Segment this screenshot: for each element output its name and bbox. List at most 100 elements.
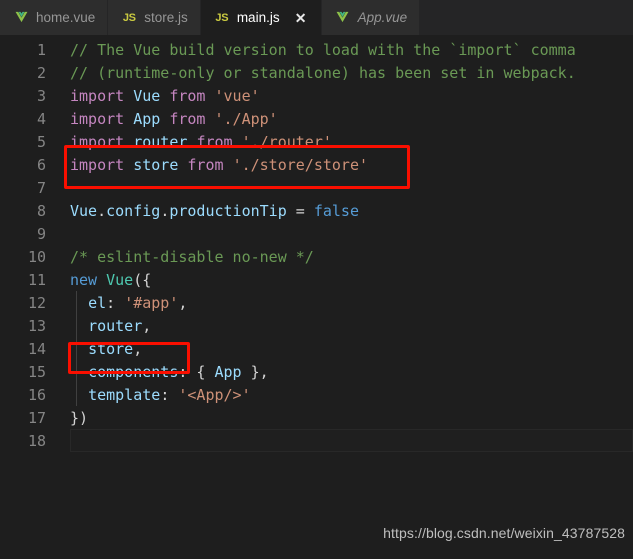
editor-tab-bar: home.vue JS store.js JSmain.js✕ App.vue bbox=[0, 0, 633, 35]
code-line-content[interactable]: // (runtime-only or standalone) has been… bbox=[52, 64, 633, 82]
code-token: Vue bbox=[106, 271, 133, 289]
js-icon: JS bbox=[121, 10, 137, 26]
editor-tab-App-vue[interactable]: App.vue bbox=[322, 0, 421, 35]
code-line[interactable]: 5import router from './router' bbox=[0, 130, 633, 153]
code-token: from bbox=[169, 110, 214, 128]
code-token: template bbox=[88, 386, 160, 404]
code-token: ({ bbox=[133, 271, 151, 289]
editor-tab-home-vue[interactable]: home.vue bbox=[0, 0, 108, 35]
code-line-content[interactable]: import Vue from 'vue' bbox=[52, 87, 633, 105]
code-line[interactable]: 10 /* eslint-disable no-new */ bbox=[0, 245, 633, 268]
line-number: 10 bbox=[0, 248, 52, 266]
code-line-content[interactable]: store, bbox=[52, 340, 633, 358]
code-line[interactable]: 18 bbox=[0, 429, 633, 452]
code-line-content[interactable]: /* eslint-disable no-new */ bbox=[52, 248, 633, 266]
tab-bar-empty-space bbox=[420, 0, 633, 35]
code-token: : { bbox=[178, 363, 214, 381]
editor-tab-store-js[interactable]: JS store.js bbox=[108, 0, 201, 35]
editor-tab-label: store.js bbox=[144, 11, 188, 25]
code-token: store bbox=[88, 340, 133, 358]
code-line[interactable]: 14 store, bbox=[0, 337, 633, 360]
code-token bbox=[70, 386, 88, 404]
line-number: 7 bbox=[0, 179, 52, 197]
code-token: . bbox=[160, 202, 169, 220]
editor-tab-label: App.vue bbox=[358, 11, 408, 25]
line-number: 6 bbox=[0, 156, 52, 174]
code-line[interactable]: 13 router, bbox=[0, 314, 633, 337]
code-line[interactable]: 17}) bbox=[0, 406, 633, 429]
code-token: config bbox=[106, 202, 160, 220]
code-token: productionTip bbox=[169, 202, 295, 220]
code-line[interactable]: 16 template: '<App/>' bbox=[0, 383, 633, 406]
code-token: from bbox=[196, 133, 241, 151]
code-token: import bbox=[70, 87, 133, 105]
code-token: './App' bbox=[215, 110, 278, 128]
code-token: from bbox=[169, 87, 214, 105]
code-line-content[interactable]: new Vue({ bbox=[52, 271, 633, 289]
code-token: Vue bbox=[133, 87, 169, 105]
code-line-content[interactable]: Vue.config.productionTip = false bbox=[52, 202, 633, 220]
code-token: '#app' bbox=[124, 294, 178, 312]
code-token: // The Vue build version to load with th… bbox=[70, 41, 576, 59]
line-number: 18 bbox=[0, 432, 52, 450]
code-lines-container[interactable]: 1// The Vue build version to load with t… bbox=[0, 35, 633, 452]
code-line-content[interactable]: }) bbox=[52, 409, 633, 427]
code-token: router bbox=[88, 317, 142, 335]
code-line-content[interactable]: import App from './App' bbox=[52, 110, 633, 128]
code-editor[interactable]: 1// The Vue build version to load with t… bbox=[0, 35, 633, 559]
code-line[interactable]: 3import Vue from 'vue' bbox=[0, 84, 633, 107]
code-line[interactable]: 15 components: { App }, bbox=[0, 360, 633, 383]
code-token: components bbox=[88, 363, 178, 381]
code-line-content[interactable]: router, bbox=[52, 317, 633, 335]
code-token: : bbox=[106, 294, 124, 312]
line-number: 11 bbox=[0, 271, 52, 289]
code-token bbox=[70, 294, 88, 312]
code-line[interactable]: 4import App from './App' bbox=[0, 107, 633, 130]
code-line-content[interactable]: import store from './store/store' bbox=[52, 156, 633, 174]
code-line[interactable]: 8Vue.config.productionTip = false bbox=[0, 199, 633, 222]
code-line[interactable]: 11new Vue({ bbox=[0, 268, 633, 291]
code-line-content[interactable]: import router from './router' bbox=[52, 133, 633, 151]
code-line[interactable]: 7 bbox=[0, 176, 633, 199]
code-token: = bbox=[296, 202, 314, 220]
code-token: router bbox=[133, 133, 196, 151]
code-token: App bbox=[133, 110, 169, 128]
code-token: // (runtime-only or standalone) has been… bbox=[70, 64, 576, 82]
code-line[interactable]: 12 el: '#app', bbox=[0, 291, 633, 314]
close-icon[interactable]: ✕ bbox=[293, 10, 309, 26]
code-line[interactable]: 1// The Vue build version to load with t… bbox=[0, 38, 633, 61]
line-number: 16 bbox=[0, 386, 52, 404]
editor-tab-label: home.vue bbox=[36, 11, 95, 25]
code-token: }, bbox=[242, 363, 269, 381]
code-token: 'vue' bbox=[215, 87, 260, 105]
code-token: /* eslint-disable no-new */ bbox=[70, 248, 314, 266]
line-number: 3 bbox=[0, 87, 52, 105]
line-number: 5 bbox=[0, 133, 52, 151]
code-token: : bbox=[160, 386, 178, 404]
code-token: }) bbox=[70, 409, 88, 427]
code-token: import bbox=[70, 156, 133, 174]
code-token bbox=[70, 363, 88, 381]
line-number: 4 bbox=[0, 110, 52, 128]
code-token: './router' bbox=[242, 133, 332, 151]
code-token: , bbox=[142, 317, 151, 335]
code-line-content[interactable]: template: '<App/>' bbox=[52, 386, 633, 404]
code-line[interactable]: 2 // (runtime-only or standalone) has bee… bbox=[0, 61, 633, 84]
vue-icon bbox=[13, 10, 29, 26]
code-line[interactable]: 9 bbox=[0, 222, 633, 245]
code-line-content[interactable]: components: { App }, bbox=[52, 363, 633, 381]
code-token: from bbox=[187, 156, 232, 174]
vue-icon bbox=[335, 10, 351, 26]
code-token: false bbox=[314, 202, 359, 220]
line-number: 8 bbox=[0, 202, 52, 220]
code-token: store bbox=[133, 156, 187, 174]
editor-tab-main-js[interactable]: JSmain.js✕ bbox=[201, 0, 322, 35]
code-token: './store/store' bbox=[233, 156, 368, 174]
line-number: 2 bbox=[0, 64, 52, 82]
code-line-content[interactable]: el: '#app', bbox=[52, 294, 633, 312]
current-line-highlight bbox=[70, 429, 633, 452]
code-token: new bbox=[70, 271, 106, 289]
code-line-content[interactable]: // The Vue build version to load with th… bbox=[52, 41, 633, 59]
code-line[interactable]: 6import store from './store/store' bbox=[0, 153, 633, 176]
code-token: import bbox=[70, 110, 133, 128]
